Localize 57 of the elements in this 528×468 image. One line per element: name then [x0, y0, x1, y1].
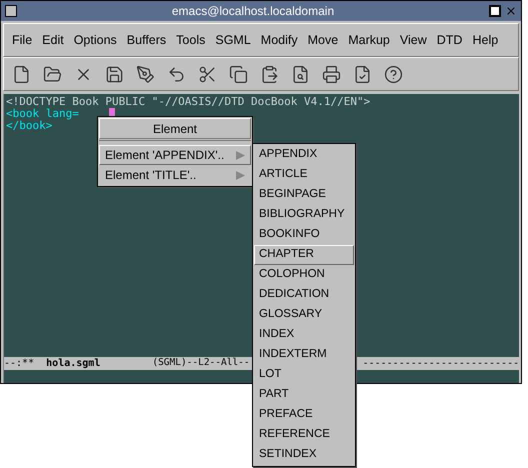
menu-item[interactable]: Tools — [176, 30, 206, 50]
menu-item[interactable]: PART — [254, 385, 354, 405]
menu-item[interactable]: BEGINPAGE — [254, 185, 354, 205]
code-line: </book> — [6, 120, 52, 132]
maximize-button[interactable] — [488, 5, 501, 17]
menu-item[interactable]: DEDICATION — [254, 285, 354, 305]
menu-title: Element — [99, 118, 251, 139]
menu-item[interactable]: APPENDIX — [254, 145, 354, 165]
menu-item[interactable]: BIBLIOGRAPHY — [254, 205, 354, 225]
menu-item[interactable]: File — [12, 30, 32, 50]
menu-item[interactable]: Element 'APPENDIX'.. — [99, 145, 251, 165]
mode-line-fill: -------------------------- — [362, 357, 520, 370]
menu-item[interactable]: SETINDEX — [254, 445, 354, 465]
menu-item[interactable]: CHAPTER — [254, 245, 354, 265]
checklist-icon[interactable] — [353, 64, 372, 84]
printer-icon[interactable] — [322, 64, 341, 84]
menu-item[interactable]: INDEX — [254, 325, 354, 345]
menu-item[interactable]: Modify — [260, 30, 298, 50]
close-icon — [504, 5, 517, 17]
scroll-bar[interactable] — [3, 94, 4, 383]
menu-item[interactable]: REFERENCE — [254, 425, 354, 445]
menu-item[interactable]: Options — [74, 30, 117, 50]
menu-item[interactable]: Move — [308, 30, 338, 50]
scissors-icon[interactable] — [198, 64, 217, 84]
menu-item[interactable]: LOT — [254, 365, 354, 385]
submenu-arrow-icon — [236, 150, 245, 160]
menu-item[interactable]: Markup — [348, 30, 390, 50]
submenu-arrow-icon — [236, 170, 245, 180]
search-icon[interactable] — [291, 64, 310, 84]
menu-item[interactable]: View — [400, 30, 427, 50]
menu-item[interactable]: INDEXTERM — [254, 345, 354, 365]
pen-icon[interactable] — [136, 64, 155, 84]
code-line: <!DOCTYPE Book PUBLIC "-//OASIS//DTD DocBook V4.1//EN"> — [6, 96, 370, 108]
menu-item[interactable]: ARTICLE — [254, 165, 354, 185]
code-line: <book lang= — [6, 108, 79, 120]
folder-icon[interactable] — [43, 64, 62, 84]
paste-icon[interactable] — [260, 64, 279, 84]
menu-item[interactable]: SGML — [215, 30, 251, 50]
menu-item[interactable]: BOOKINFO — [254, 225, 354, 245]
mode-status: (SGML)--L2--All-- — [152, 357, 250, 370]
help-icon[interactable] — [384, 64, 403, 84]
buffer-name: hola.sgml — [46, 357, 100, 370]
copy-icon[interactable] — [229, 64, 248, 84]
close-button[interactable] — [504, 5, 517, 17]
menu-item[interactable]: Help — [472, 30, 498, 50]
menu-item[interactable]: Buffers — [126, 30, 166, 50]
menu-item[interactable]: Element 'TITLE'.. — [99, 165, 251, 185]
file-icon[interactable] — [12, 64, 31, 84]
window-title: emacs@localhost.localdomain — [172, 3, 334, 20]
modified-status-text: --:** — [4, 357, 36, 370]
menu-item[interactable]: DTD — [436, 30, 462, 50]
window-menu-button[interactable] — [5, 5, 17, 17]
menu-item[interactable]: Edit — [42, 30, 64, 50]
undo-icon[interactable] — [167, 64, 186, 84]
menu-item[interactable]: COLOPHON — [254, 265, 354, 285]
menu-item[interactable]: PREFACE — [254, 405, 354, 425]
menu-item[interactable]: GLOSSARY — [254, 305, 354, 325]
